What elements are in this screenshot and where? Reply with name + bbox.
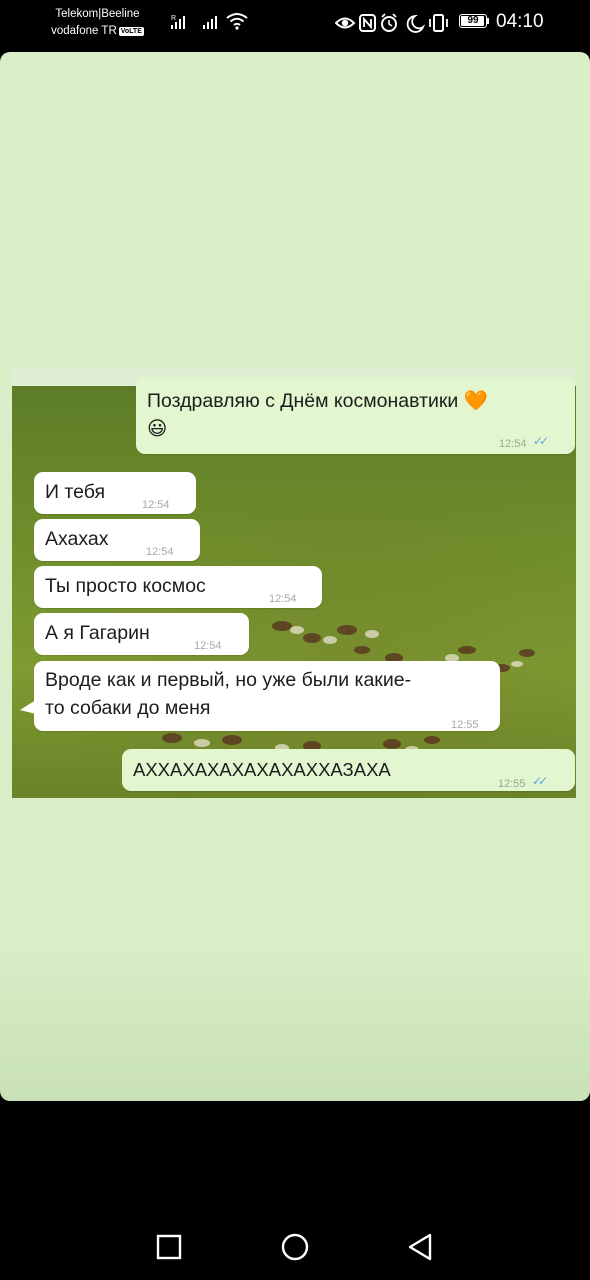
chat-screenshot-image: Поздравляю с Днём космонавтики 🧡 😃 12:54… [12, 368, 576, 798]
clock: 04:10 [496, 11, 544, 32]
volte-badge: VoLTE [118, 27, 144, 36]
moon-icon [406, 14, 426, 33]
message-bubble-outgoing[interactable]: Поздравляю с Днём космонавтики 🧡 😃 12:54… [136, 377, 575, 454]
alarm-icon [381, 13, 397, 32]
message-bubble-incoming[interactable]: Ты просто космос 12:54 [34, 566, 322, 608]
message-time: 12:54 [142, 499, 170, 511]
message-text: А я Гагарин [45, 622, 150, 644]
message-text: АХХАХАХАХАХАХАХХАЗАХА [133, 759, 391, 780]
carrier-1: Telekom|Beeline [55, 8, 140, 20]
signal-icon [203, 16, 217, 29]
message-time: 12:54 [499, 438, 527, 450]
navigation-bar [0, 1200, 590, 1280]
message-time: 12:55 [451, 719, 479, 731]
story-card[interactable]: Поздравляю с Днём космонавтики 🧡 😃 12:54… [0, 52, 590, 1101]
message-text: то собаки до меня [45, 697, 211, 719]
message-bubble-incoming[interactable]: Вроде как и первый, но уже были какие- т… [34, 661, 500, 731]
roaming-mark: R [171, 15, 176, 22]
vibrate-icon [429, 14, 448, 32]
message-bubble-incoming[interactable]: И тебя 12:54 [34, 472, 196, 514]
wifi-icon [226, 13, 248, 30]
message-time: 12:54 [194, 640, 222, 652]
message-bubble-incoming[interactable]: А я Гагарин 12:54 [34, 613, 249, 655]
message-time: 12:54 [269, 593, 297, 605]
message-time: 12:54 [146, 546, 174, 558]
carrier-2: vodafone TR [51, 25, 117, 37]
message-bubble-outgoing[interactable]: АХХАХАХАХАХАХАХХАЗАХА 12:55 ✓✓ [122, 749, 575, 791]
home-icon[interactable] [281, 1233, 309, 1261]
message-text: Поздравляю с Днём космонавтики 🧡 [147, 390, 489, 412]
message-time: 12:55 [498, 778, 526, 790]
recent-apps-icon[interactable] [156, 1234, 182, 1260]
message-text: Ахахах [45, 528, 109, 550]
back-icon[interactable] [406, 1233, 434, 1261]
message-emoji: 😃 [147, 418, 168, 440]
message-bubble-incoming[interactable]: Ахахах 12:54 [34, 519, 200, 561]
nfc-icon [359, 14, 376, 32]
battery-icon: 99 [459, 14, 487, 28]
carrier-info: Telekom|Beeline vodafone TR VoLTE [50, 6, 145, 40]
status-bar: Telekom|Beeline vodafone TR VoLTE R 99 0… [0, 0, 590, 46]
message-text: Вроде как и первый, но уже были какие- [45, 669, 412, 691]
read-ticks-icon: ✓✓ [533, 434, 549, 448]
carrier-2-row: vodafone TR VoLTE [50, 23, 145, 40]
status-icons [335, 13, 448, 33]
message-text: И тебя [45, 481, 106, 503]
battery-level: 99 [467, 15, 479, 26]
eye-icon [335, 17, 356, 29]
signal-icon: R [171, 15, 185, 29]
message-text: Ты просто космос [45, 575, 206, 597]
read-ticks-icon: ✓✓ [532, 774, 548, 788]
